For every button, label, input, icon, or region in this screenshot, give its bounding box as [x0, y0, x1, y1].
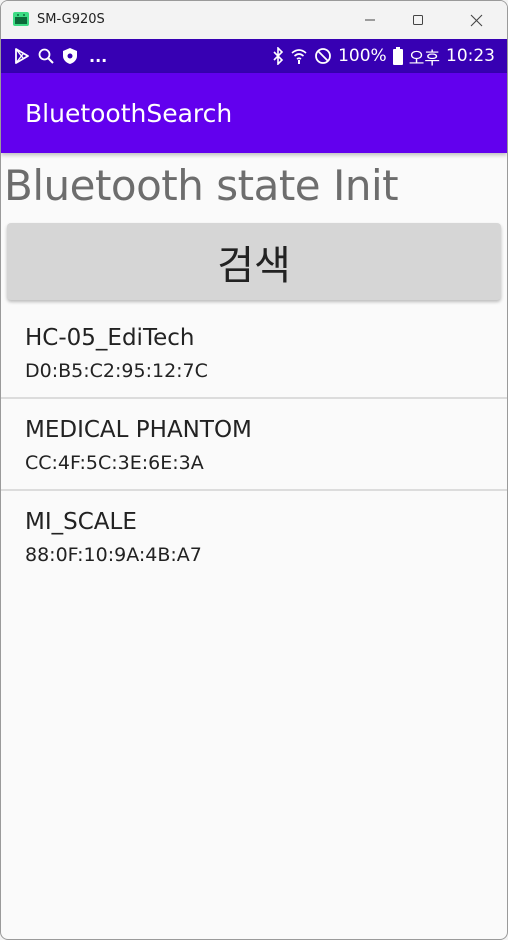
play-store-icon	[15, 48, 29, 64]
device-list-item[interactable]: HC-05_EdiTech D0:B5:C2:95:12:7C	[1, 307, 507, 399]
app-bar: BluetoothSearch	[1, 73, 507, 153]
device-list: HC-05_EdiTech D0:B5:C2:95:12:7C MEDICAL …	[1, 307, 507, 581]
battery-percent: 100%	[338, 46, 387, 66]
android-app-icon	[13, 12, 29, 26]
emulator-window: SM-G920S ... 100% 오후 10:23 BluetoothSear…	[0, 0, 508, 940]
do-not-disturb-icon	[315, 48, 332, 64]
device-address: CC:4F:5C:3E:6E:3A	[25, 452, 204, 474]
device-list-item[interactable]: MEDICAL PHANTOM CC:4F:5C:3E:6E:3A	[1, 399, 507, 491]
search-icon	[38, 48, 54, 64]
app-title: BluetoothSearch	[25, 99, 233, 128]
device-address: 88:0F:10:9A:4B:A7	[25, 544, 202, 566]
maximize-icon	[413, 15, 423, 25]
device-name: MEDICAL PHANTOM	[25, 417, 252, 443]
clock-ampm: 오후	[408, 48, 440, 69]
window-title-bar[interactable]: SM-G920S	[1, 1, 507, 39]
shield-icon	[63, 48, 77, 64]
clock-time: 10:23	[446, 46, 495, 66]
bluetooth-icon	[273, 47, 284, 65]
close-icon	[470, 14, 482, 26]
minimize-button[interactable]	[347, 1, 393, 39]
bluetooth-state-text: Bluetooth state Init	[4, 161, 399, 210]
device-address: D0:B5:C2:95:12:7C	[25, 360, 208, 382]
minimize-icon	[365, 19, 375, 21]
window-title: SM-G920S	[37, 12, 105, 27]
wifi-icon	[291, 49, 307, 64]
android-status-bar: ... 100% 오후 10:23	[1, 39, 507, 73]
device-name: HC-05_EdiTech	[25, 325, 195, 351]
more-notifications-indicator: ...	[89, 46, 108, 66]
device-name: MI_SCALE	[25, 509, 137, 535]
device-list-item[interactable]: MI_SCALE 88:0F:10:9A:4B:A7	[1, 491, 507, 581]
maximize-button[interactable]	[395, 1, 441, 39]
battery-icon	[392, 47, 403, 65]
close-button[interactable]	[453, 1, 499, 39]
search-button[interactable]: 검색	[7, 223, 501, 300]
